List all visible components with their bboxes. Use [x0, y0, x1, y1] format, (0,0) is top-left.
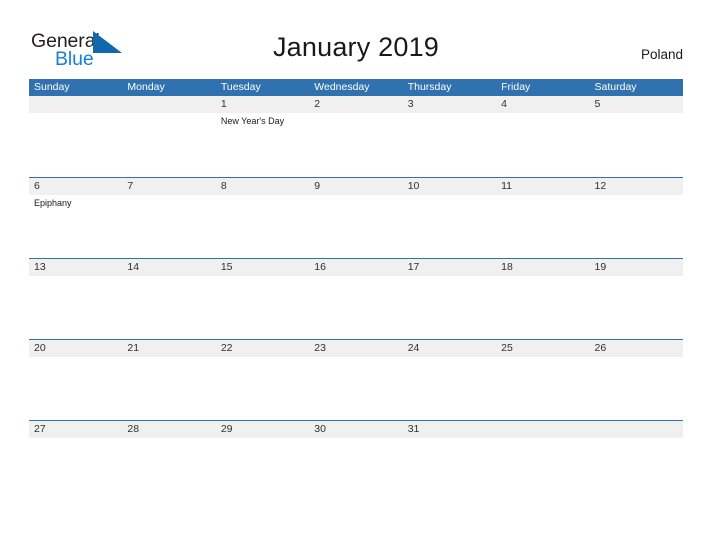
day-cell[interactable]: 31 [403, 421, 496, 501]
day-number: 12 [594, 180, 607, 192]
day-cell[interactable]: 16 [309, 259, 402, 339]
day-number: 1 [220, 98, 227, 110]
calendar-week-row: 20 21 22 23 24 25 26 [29, 339, 683, 420]
day-number: 14 [127, 261, 140, 273]
day-number: 7 [127, 180, 134, 192]
day-cell[interactable]: 21 [122, 340, 215, 420]
day-cell[interactable]: 4 [496, 96, 589, 177]
day-number: 28 [127, 423, 140, 435]
day-cell[interactable]: 6 Epiphany [29, 178, 122, 258]
day-cell[interactable]: 18 [496, 259, 589, 339]
day-cell[interactable]: 13 [29, 259, 122, 339]
day-cell[interactable]: 25 [496, 340, 589, 420]
day-cell[interactable]: 19 [590, 259, 683, 339]
day-number: 20 [34, 342, 46, 354]
day-number: 4 [501, 98, 507, 110]
holiday-event-label: New Year's Day [220, 116, 285, 126]
calendar-week-row: 1 New Year's Day 2 3 4 5 [29, 96, 683, 177]
day-number: 3 [407, 98, 414, 110]
day-number: 16 [314, 261, 326, 273]
weekday-header-wednesday: Wednesday [314, 81, 370, 93]
day-cell[interactable]: 26 [590, 340, 683, 420]
day-cell[interactable]: 10 [403, 178, 496, 258]
day-number: 2 [314, 98, 321, 110]
day-cell[interactable]: 30 [309, 421, 402, 501]
day-number [595, 421, 683, 438]
day-cell[interactable]: 29 [216, 421, 309, 501]
day-cell[interactable]: 14 [122, 259, 215, 339]
weekday-header-row: Sunday Monday Tuesday Wednesday Thursday… [29, 79, 683, 96]
day-cell-empty [496, 421, 589, 501]
day-number: 9 [314, 180, 321, 192]
week-cells: 1 New Year's Day 2 3 4 5 [29, 96, 683, 177]
day-number: 31 [407, 423, 420, 435]
day-cell[interactable]: 23 [309, 340, 402, 420]
week-cells: 6 Epiphany 7 8 9 10 11 12 [29, 178, 683, 258]
day-number: 26 [594, 342, 607, 354]
region-label: Poland [640, 47, 683, 62]
weekday-header-thursday: Thursday [407, 81, 452, 93]
day-number: 21 [127, 342, 140, 354]
calendar-week-row: 6 Epiphany 7 8 9 10 11 12 [29, 177, 683, 258]
day-cell[interactable]: 8 [216, 178, 309, 258]
day-cell[interactable]: 27 [29, 421, 122, 501]
holiday-event-label: Epiphany [34, 198, 72, 208]
week-cells: 13 14 15 16 17 18 19 [29, 259, 683, 339]
day-cell[interactable]: 28 [122, 421, 215, 501]
day-cell[interactable]: 2 [309, 96, 402, 177]
day-cell[interactable]: 3 [403, 96, 496, 177]
day-events: Epiphany [34, 195, 122, 209]
calendar-week-row: 13 14 15 16 17 18 19 [29, 258, 683, 339]
weekday-header-saturday: Saturday [594, 81, 637, 93]
weekday-header-friday: Friday [501, 81, 531, 93]
day-number: 25 [501, 342, 513, 354]
day-cell[interactable]: 12 [590, 178, 683, 258]
day-cell[interactable]: 5 [590, 96, 683, 177]
day-number: 18 [501, 261, 513, 273]
day-number: 10 [407, 180, 420, 192]
day-cell[interactable]: 17 [403, 259, 496, 339]
page-title: January 2019 [272, 32, 440, 62]
day-cell-empty [590, 421, 683, 501]
day-number: 17 [407, 261, 420, 273]
day-number: 30 [314, 423, 326, 435]
day-cell[interactable]: 24 [403, 340, 496, 420]
day-cell[interactable]: 11 [496, 178, 589, 258]
day-cell[interactable]: 15 [216, 259, 309, 339]
weekday-header-monday: Monday [127, 81, 165, 93]
day-number: 11 [501, 180, 513, 192]
week-cells: 20 21 22 23 24 25 26 [29, 340, 683, 420]
weekday-header-sunday: Sunday [34, 81, 70, 93]
day-cell[interactable]: 9 [309, 178, 402, 258]
day-number: 24 [407, 342, 420, 354]
day-number: 15 [220, 261, 233, 273]
day-number: 19 [594, 261, 607, 273]
day-cell-empty [122, 96, 215, 177]
day-number: 6 [34, 180, 40, 192]
day-number [501, 421, 589, 438]
week-cells: 27 28 29 30 31 [29, 421, 683, 501]
day-number [127, 96, 215, 113]
day-cell[interactable]: 20 [29, 340, 122, 420]
day-number: 5 [594, 98, 601, 110]
day-number: 13 [34, 261, 46, 273]
day-number [34, 96, 122, 113]
day-number: 29 [220, 423, 233, 435]
day-number: 23 [314, 342, 326, 354]
day-cell-empty [29, 96, 122, 177]
day-events: New Year's Day [221, 113, 309, 127]
day-number: 8 [220, 180, 227, 192]
calendar-weeks: 1 New Year's Day 2 3 4 5 6 Epiphany 7 8 9 10 11 12 13 1… [29, 96, 683, 501]
day-number: 27 [34, 423, 46, 435]
day-cell[interactable]: 7 [122, 178, 215, 258]
calendar-week-row: 27 28 29 30 31 [29, 420, 683, 501]
weekday-header-tuesday: Tuesday [220, 81, 261, 93]
calendar-grid: Sunday Monday Tuesday Wednesday Thursday… [29, 79, 683, 501]
page-header: General Blue January 2019 Poland [0, 0, 712, 78]
day-cell[interactable]: 22 [216, 340, 309, 420]
day-number: 22 [220, 342, 233, 354]
day-cell[interactable]: 1 New Year's Day [216, 96, 309, 177]
